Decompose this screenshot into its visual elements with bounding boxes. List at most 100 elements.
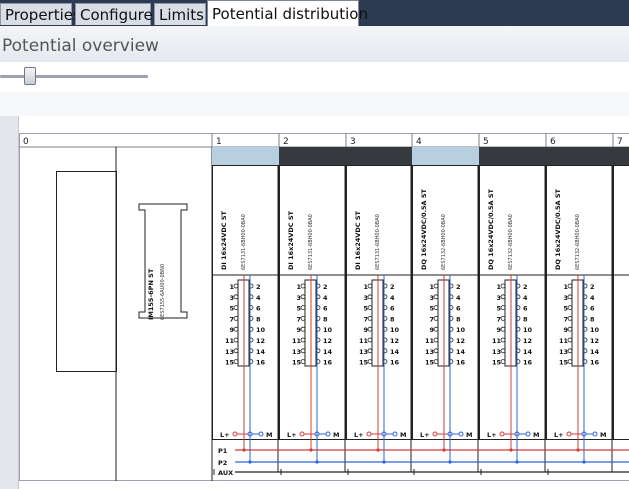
terminal-label-right: 8 <box>523 315 528 323</box>
supply-terminal <box>258 431 264 437</box>
tab-limits[interactable]: Limits <box>154 3 206 25</box>
bus-node <box>442 448 446 452</box>
module-order-number-4: 6ES7132-6BH00-0BA0 <box>441 214 447 270</box>
module-order-number-1: 6ES7131-6BH00-0BA0 <box>241 214 247 270</box>
power-module-block <box>56 171 117 372</box>
bus-node <box>376 448 380 452</box>
terminal-label-left: 11 <box>225 337 235 345</box>
terminal-label-right: 6 <box>456 305 461 313</box>
toolbar-separator-band <box>0 92 629 117</box>
terminal-circle <box>433 283 439 289</box>
supply-label-lplus: L+ <box>354 431 364 439</box>
editor-tab-bar: Properties Configure Limits Potential di… <box>0 0 629 26</box>
supply-terminal <box>592 431 598 437</box>
terminal-label-right: 8 <box>456 315 461 323</box>
terminal-label-left: 7 <box>296 315 301 323</box>
terminal-label-left: 7 <box>429 315 434 323</box>
zoom-slider-track[interactable] <box>0 75 148 78</box>
supply-label-m: M <box>333 431 339 439</box>
terminal-label-right: 6 <box>323 305 328 313</box>
terminal-label-right: 6 <box>523 305 528 313</box>
supply-terminal <box>325 431 331 437</box>
module-name-3: DI 16x24VDC ST <box>354 210 362 270</box>
tab-configure[interactable]: Configure <box>75 3 153 25</box>
module-order-number-3: 6ES7131-6BH00-0BA0 <box>375 214 381 270</box>
terminal-label-right: 6 <box>390 305 395 313</box>
terminal-label-right: 8 <box>390 315 395 323</box>
panel-header: Potential overview <box>0 26 629 63</box>
interface-module-label: IM155-6PN ST <box>147 268 155 320</box>
terminal-label-right: 14 <box>256 348 266 356</box>
potential-group-bar-7 <box>613 147 629 165</box>
tab-potential-distribution[interactable]: Potential distribution <box>207 0 368 26</box>
supply-label-m: M <box>600 431 606 439</box>
terminal-label-right: 2 <box>256 283 261 291</box>
terminal-label-left: 15 <box>292 359 302 367</box>
terminal-circle <box>233 359 239 365</box>
terminal-circle <box>300 337 306 343</box>
terminal-label-right: 2 <box>323 283 328 291</box>
potential-group-bar-2 <box>279 147 346 165</box>
terminal-label-left: 15 <box>225 359 235 367</box>
terminal-label-left: 5 <box>429 305 434 313</box>
terminal-label-left: 3 <box>496 294 501 302</box>
supply-label-lplus: L+ <box>487 431 497 439</box>
terminal-circle <box>233 326 239 332</box>
terminal-circle <box>500 283 506 289</box>
terminal-label-right: 12 <box>456 337 465 345</box>
terminal-label-left: 1 <box>229 283 234 291</box>
terminal-circle <box>567 337 573 343</box>
terminal-label-left: 9 <box>296 326 301 334</box>
bus-node <box>509 448 513 452</box>
terminal-circle <box>500 359 506 365</box>
terminal-label-left: 7 <box>496 315 501 323</box>
terminal-circle <box>367 359 373 365</box>
terminal-label-left: 7 <box>229 315 234 323</box>
slot-number-5: 5 <box>483 137 489 147</box>
terminal-circle <box>367 283 373 289</box>
slot-number-0: 0 <box>23 137 29 147</box>
zoom-slider-thumb[interactable] <box>23 67 36 85</box>
bus-node <box>582 460 586 464</box>
supply-terminal <box>232 431 238 437</box>
bus-label-p2: P2 <box>218 459 227 467</box>
supply-label-m: M <box>533 431 539 439</box>
tab-properties[interactable]: Properties <box>0 3 81 25</box>
terminal-label-right: 14 <box>523 348 533 356</box>
zoom-toolbar <box>0 62 629 92</box>
terminal-label-left: 5 <box>296 305 301 313</box>
terminal-circle <box>233 305 239 311</box>
supply-terminal <box>392 431 398 437</box>
potential-group-bar-3 <box>346 147 412 165</box>
terminal-label-right: 10 <box>390 326 400 334</box>
slot-number-2: 2 <box>283 137 289 147</box>
module-name-1: DI 16x24VDC ST <box>220 210 228 270</box>
terminal-circle <box>367 348 373 354</box>
supply-terminal <box>499 431 505 437</box>
terminal-circle <box>433 305 439 311</box>
terminal-circle <box>300 294 306 300</box>
bus-node <box>515 460 519 464</box>
terminal-circle <box>500 294 506 300</box>
terminal-circle <box>567 305 573 311</box>
terminal-label-left: 9 <box>363 326 368 334</box>
terminal-circle <box>433 348 439 354</box>
terminal-label-left: 1 <box>296 283 301 291</box>
terminal-label-left: 15 <box>359 359 369 367</box>
terminal-circle <box>500 348 506 354</box>
terminal-label-left: 15 <box>492 359 502 367</box>
terminal-label-right: 16 <box>323 359 333 367</box>
terminal-label-right: 4 <box>390 294 395 302</box>
terminal-label-right: 4 <box>590 294 595 302</box>
terminal-label-right: 4 <box>323 294 328 302</box>
canvas-area[interactable]: 0 1 2 3 4 5 6 7 IM155-6PN ST 6ES7155-6AU00-0BN0 DI… <box>18 116 629 489</box>
slot-number-7: 7 <box>617 137 623 147</box>
terminal-label-right: 2 <box>456 283 461 291</box>
terminal-label-left: 5 <box>229 305 234 313</box>
terminal-label-right: 4 <box>523 294 528 302</box>
terminal-label-left: 3 <box>429 294 434 302</box>
supply-label-m: M <box>466 431 472 439</box>
supply-terminal <box>299 431 305 437</box>
terminal-circle <box>367 326 373 332</box>
terminal-label-left: 9 <box>563 326 568 334</box>
